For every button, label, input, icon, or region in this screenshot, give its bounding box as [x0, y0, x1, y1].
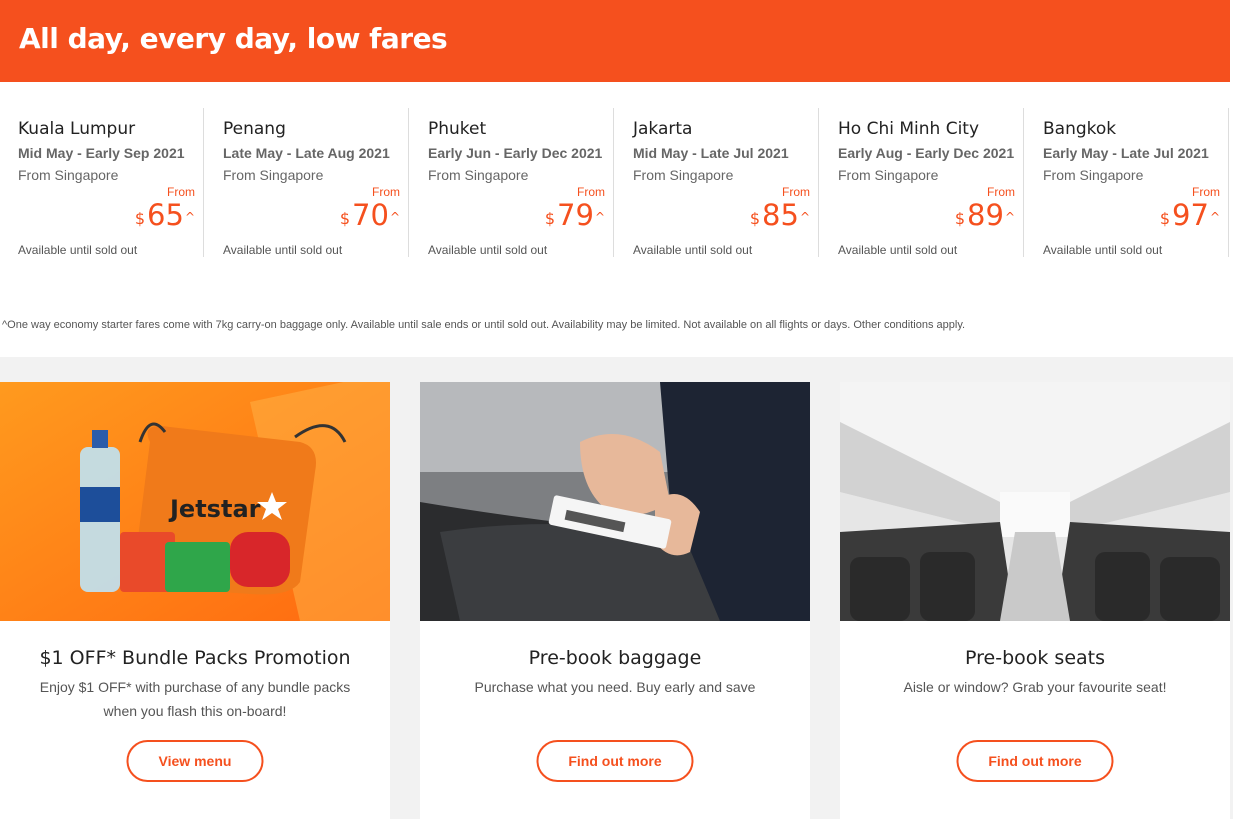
fare-origin: From Singapore	[1043, 167, 1144, 183]
fare-amount: 89	[967, 198, 1004, 232]
find-out-more-baggage-button[interactable]: Find out more	[536, 740, 694, 782]
fare-availability: Available until sold out	[1043, 243, 1163, 257]
fare-card-ho-chi-minh-city[interactable]: Ho Chi Minh City Early Aug - Early Dec 2…	[820, 108, 1024, 257]
view-menu-button[interactable]: View menu	[126, 740, 264, 782]
fare-origin: From Singapore	[18, 167, 119, 183]
fare-price: From $65^	[18, 186, 195, 232]
fare-availability: Available until sold out	[223, 243, 343, 257]
banner-title: All day, every day, low fares	[19, 22, 448, 55]
fare-dates: Early Jun - Early Dec 2021	[428, 145, 603, 161]
fare-availability: Available until sold out	[633, 243, 753, 257]
fare-currency: $	[749, 209, 761, 228]
fare-city: Ho Chi Minh City	[838, 119, 980, 139]
fare-currency: $	[954, 209, 966, 228]
promo-card-baggage: Pre-book baggage Purchase what you need.…	[420, 382, 810, 819]
fare-caret: ^	[1004, 210, 1015, 224]
fare-price: From $70^	[223, 186, 400, 232]
find-out-more-seats-button[interactable]: Find out more	[956, 740, 1114, 782]
fare-currency: $	[134, 209, 146, 228]
fare-availability: Available until sold out	[18, 243, 138, 257]
promo-banner: All day, every day, low fares	[0, 0, 1230, 82]
fare-currency: $	[339, 209, 351, 228]
fare-dates: Mid May - Late Jul 2021	[633, 145, 789, 161]
fare-price: From $89^	[838, 186, 1015, 232]
fare-card-kuala-lumpur[interactable]: Kuala Lumpur Mid May - Early Sep 2021 Fr…	[0, 108, 204, 257]
promo-title: Pre-book baggage	[528, 647, 702, 669]
fare-card-penang[interactable]: Penang Late May - Late Aug 2021 From Sin…	[205, 108, 409, 257]
fare-dates: Early May - Late Jul 2021	[1043, 145, 1209, 161]
fare-availability: Available until sold out	[428, 243, 548, 257]
fare-caret: ^	[799, 210, 810, 224]
fare-amount: 85	[762, 198, 799, 232]
fare-amount: 79	[557, 198, 594, 232]
fare-origin: From Singapore	[428, 167, 529, 183]
fare-disclaimer: ^One way economy starter fares come with…	[2, 319, 966, 331]
fare-amount: 70	[352, 198, 389, 232]
aircraft-cabin-image	[840, 382, 1230, 621]
baggage-image	[420, 382, 810, 621]
fare-availability: Available until sold out	[838, 243, 958, 257]
promo-section: Jetstar $1 OFF* Bundle Packs Promotion E…	[0, 357, 1233, 819]
fare-origin: From Singapore	[838, 167, 939, 183]
fare-caret: ^	[184, 210, 195, 224]
promo-card-bundle: Jetstar $1 OFF* Bundle Packs Promotion E…	[0, 382, 390, 819]
fare-origin: From Singapore	[223, 167, 324, 183]
fare-dates: Early Aug - Early Dec 2021	[838, 145, 1015, 161]
fare-price: From $79^	[428, 186, 605, 232]
fare-amount: 97	[1172, 198, 1209, 232]
promo-description: Aisle or window? Grab your favourite sea…	[903, 679, 1167, 695]
fare-caret: ^	[389, 210, 400, 224]
fare-city: Penang	[223, 119, 286, 139]
fare-city: Jakarta	[633, 119, 693, 139]
fare-amount: 65	[147, 198, 184, 232]
fare-card-phuket[interactable]: Phuket Early Jun - Early Dec 2021 From S…	[410, 108, 614, 257]
promo-title: $1 OFF* Bundle Packs Promotion	[39, 647, 351, 669]
fare-card-jakarta[interactable]: Jakarta Mid May - Late Jul 2021 From Sin…	[615, 108, 819, 257]
fare-cards: Kuala Lumpur Mid May - Early Sep 2021 Fr…	[0, 108, 1230, 294]
fare-city: Kuala Lumpur	[18, 119, 136, 139]
fare-dates: Mid May - Early Sep 2021	[18, 145, 185, 161]
fare-card-bangkok[interactable]: Bangkok Early May - Late Jul 2021 From S…	[1025, 108, 1229, 257]
fare-caret: ^	[1209, 210, 1220, 224]
fare-price: From $85^	[633, 186, 810, 232]
fare-currency: $	[1159, 209, 1171, 228]
fare-price: From $97^	[1043, 186, 1220, 232]
fare-currency: $	[544, 209, 556, 228]
promo-description: Enjoy $1 OFF* with purchase of any bundl…	[39, 679, 351, 719]
promo-title: Pre-book seats	[965, 647, 1105, 669]
jetstar-logo-text: Jetstar	[168, 495, 261, 523]
fare-caret: ^	[594, 210, 605, 224]
bundle-packs-image: Jetstar	[0, 382, 390, 621]
promo-description: Purchase what you need. Buy early and sa…	[474, 679, 756, 695]
fare-city: Phuket	[428, 119, 487, 139]
promo-card-seats: Pre-book seats Aisle or window? Grab you…	[840, 382, 1230, 819]
fare-dates: Late May - Late Aug 2021	[223, 145, 390, 161]
fare-origin: From Singapore	[633, 167, 734, 183]
fare-city: Bangkok	[1043, 119, 1117, 139]
